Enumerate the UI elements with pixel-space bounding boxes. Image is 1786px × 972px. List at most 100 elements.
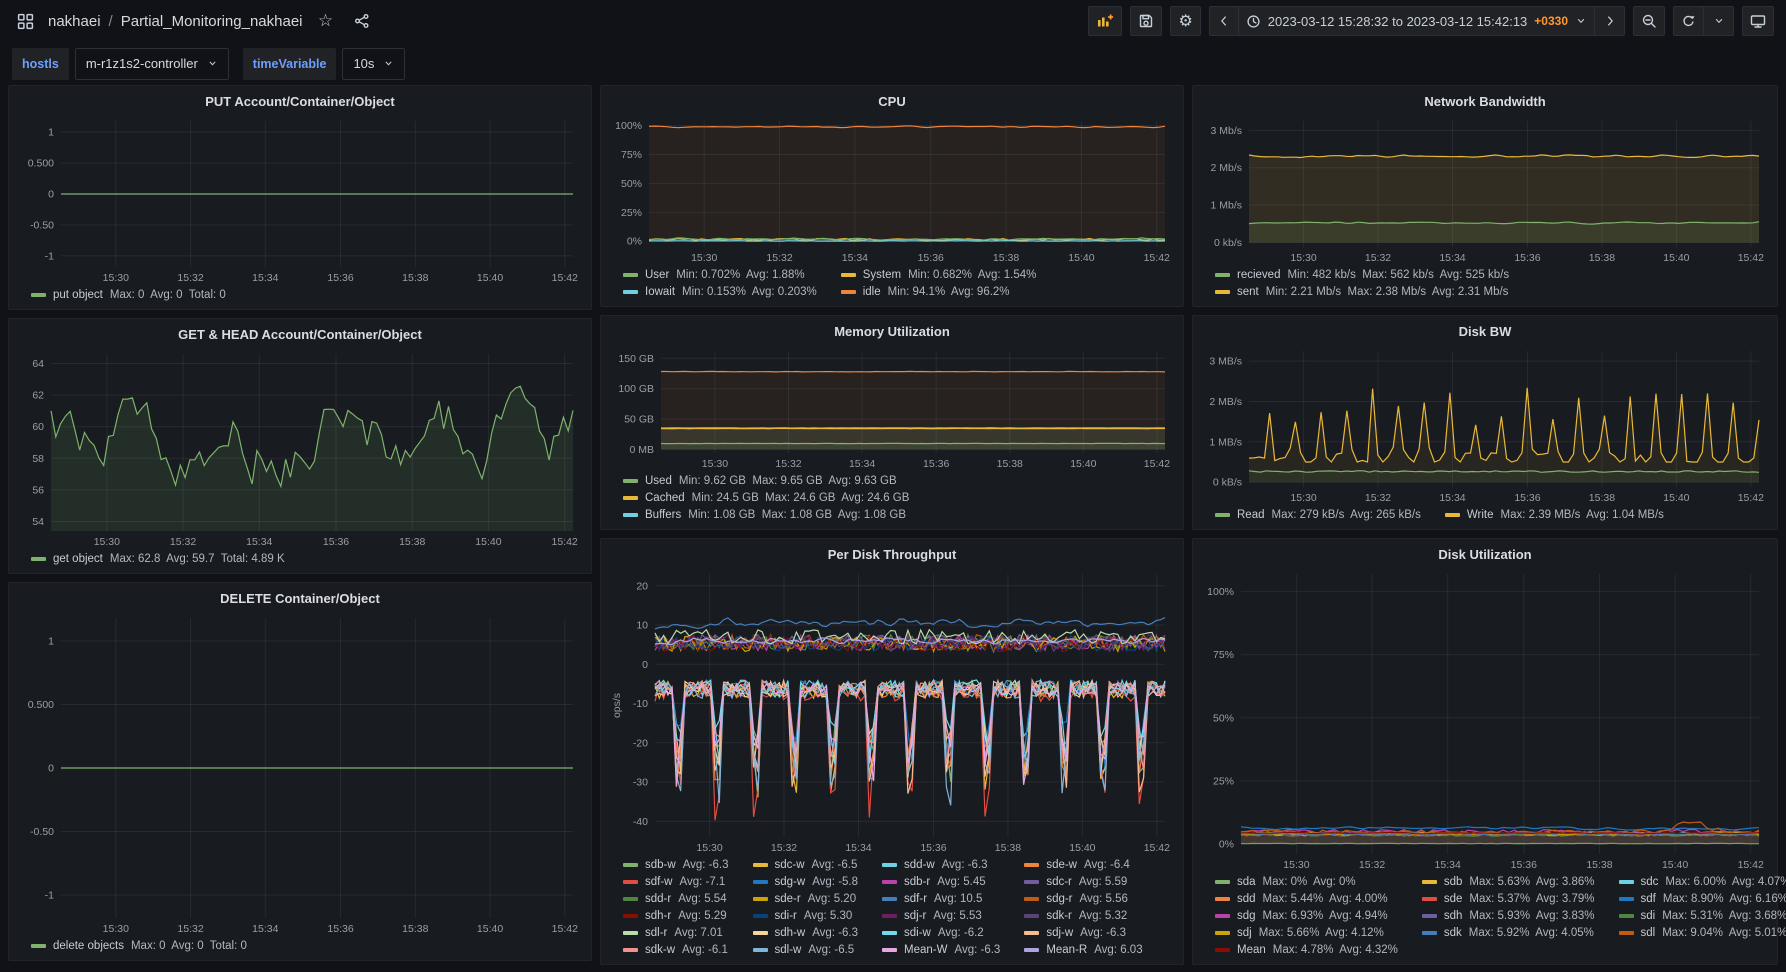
star-icon[interactable]: ☆ xyxy=(313,8,339,34)
svg-text:15:42: 15:42 xyxy=(1738,492,1764,504)
legend-item-Mean[interactable]: Mean Max: 4.78% Avg: 4.32% xyxy=(1215,942,1398,958)
breadcrumb: nakhaei / Partial_Monitoring_nakhaei xyxy=(48,13,303,30)
panel-title-delete[interactable]: DELETE Container/Object xyxy=(17,588,583,610)
add-panel-button[interactable] xyxy=(1088,6,1123,36)
legend-item-Used[interactable]: Used Min: 9.62 GB Max: 9.65 GB Avg: 9.63 … xyxy=(623,473,909,489)
legend-item-sdi-w[interactable]: sdi-w Avg: -6.2 xyxy=(882,925,1000,941)
legend-item-sdg-r[interactable]: sdg-r Avg: 5.56 xyxy=(1024,891,1142,907)
legend-series-marker xyxy=(1618,914,1634,918)
breadcrumb-dashboard[interactable]: Partial_Monitoring_nakhaei xyxy=(121,13,303,30)
chart-canvas-diskutil[interactable]: 100% 75% 50% 25% 0% 15:30 15:32 15:34 15:36 15:38… xyxy=(1201,566,1769,872)
legend-item-Write[interactable]: Write Max: 2.39 MB/s Avg: 1.04 MB/s xyxy=(1444,507,1664,523)
legend-item-sdf[interactable]: sdf Max: 8.90% Avg: 6.16% xyxy=(1618,891,1786,907)
legend-item-sdl-r[interactable]: sdl-r Avg: 7.01 xyxy=(623,925,729,941)
legend-item-System[interactable]: System Min: 0.682% Avg: 1.54% xyxy=(840,267,1036,283)
legend-item-sde-r[interactable]: sde-r Avg: 5.20 xyxy=(752,891,859,907)
legend-item-sdb-w[interactable]: sdb-w Avg: -6.3 xyxy=(623,857,729,873)
legend-item-sdl-w[interactable]: sdl-w Avg: -6.5 xyxy=(752,942,859,958)
chart-canvas-diskbw[interactable]: 3 MB/s 2 MB/s 1 MB/s 0 kB/s 15:30 15:32 15:34 1… xyxy=(1201,343,1769,505)
legend-item-get object[interactable]: get object Max: 62.8 Avg: 59.7 Total: 4.8… xyxy=(31,551,285,567)
legend-item-sent[interactable]: sent Min: 2.21 Mb/s Max: 2.38 Mb/s Avg: 2… xyxy=(1215,284,1509,300)
legend-item-sdh-r[interactable]: sdh-r Avg: 5.29 xyxy=(623,908,729,924)
time-range-back-button[interactable] xyxy=(1208,6,1239,36)
legend-item-sdj-w[interactable]: sdj-w Avg: -6.3 xyxy=(1024,925,1142,941)
variable-timevariable-value[interactable]: 10s xyxy=(342,47,406,80)
legend-item-sdg[interactable]: sdg Max: 6.93% Avg: 4.94% xyxy=(1215,908,1398,924)
zoom-out-time-button[interactable] xyxy=(1633,6,1665,36)
legend-item-sdh-w[interactable]: sdh-w Avg: -6.3 xyxy=(752,925,858,941)
panel-title-diskbw[interactable]: Disk BW xyxy=(1201,321,1769,343)
share-icon[interactable] xyxy=(349,8,375,34)
legend-item-sdf-w[interactable]: sdf-w Avg: -7.1 xyxy=(623,874,729,890)
legend-item-sde[interactable]: sde Max: 5.37% Avg: 3.79% xyxy=(1421,891,1595,907)
panel-title-network[interactable]: Network Bandwidth xyxy=(1201,91,1769,113)
legend-series-marker xyxy=(752,931,768,935)
svg-text:15:42: 15:42 xyxy=(1144,252,1170,264)
dashboards-grid-icon[interactable] xyxy=(12,8,38,34)
legend-item-sdj-r[interactable]: sdj-r Avg: 5.53 xyxy=(882,908,1000,924)
chart-canvas-network[interactable]: 3 Mb/s 2 Mb/s 1 Mb/s 0 kb/s 15:30 15:32 15:34 1… xyxy=(1201,113,1769,265)
legend-item-sdc[interactable]: sdc Max: 6.00% Avg: 4.07% xyxy=(1618,874,1786,890)
legend-item-Cached[interactable]: Cached Min: 24.5 GB Max: 24.6 GB Avg: 24.… xyxy=(623,490,909,506)
panel-title-diskutil[interactable]: Disk Utilization xyxy=(1201,544,1769,566)
breadcrumb-folder[interactable]: nakhaei xyxy=(48,13,101,30)
legend-item-sdk-r[interactable]: sdk-r Avg: 5.32 xyxy=(1024,908,1142,924)
legend-series-name: sde xyxy=(1443,893,1463,905)
legend-item-sda[interactable]: sda Max: 0% Avg: 0% xyxy=(1215,874,1398,890)
legend-item-sdc-w[interactable]: sdc-w Avg: -6.5 xyxy=(752,857,859,873)
chart-canvas-perdisk[interactable]: 20 10 0 -10 -20 -30 -40 15:30 15:32 15:34 15:36 15:… xyxy=(609,566,1175,855)
legend-item-sdi[interactable]: sdi Max: 5.31% Avg: 3.68% xyxy=(1618,908,1786,924)
legend-item-sdb[interactable]: sdb Max: 5.63% Avg: 3.86% xyxy=(1421,874,1595,890)
legend-item-sdb-r[interactable]: sdb-r Avg: 5.45 xyxy=(882,874,1000,890)
legend-item-Mean-R[interactable]: Mean-R Avg: 6.03 xyxy=(1024,942,1143,958)
chart-canvas-cpu[interactable]: 100% 75% 50% 25% 0% 15:30 15:32 15:34 15:36 15:38… xyxy=(609,113,1175,265)
variable-hostls-value[interactable]: m-r1z1s2-controller xyxy=(74,47,229,80)
chart-canvas-put[interactable]: 1 0.500 0 -0.50 -1 15:30 15:32 15:34 15:36 15:38 1… xyxy=(17,113,583,285)
save-dashboard-button[interactable] xyxy=(1130,6,1163,36)
dashboard-settings-button[interactable]: ⚙ xyxy=(1170,6,1201,36)
legend-item-Buffers[interactable]: Buffers Min: 1.08 GB Max: 1.08 GB Avg: 1.… xyxy=(623,507,909,523)
variable-timevariable-label[interactable]: timeVariable xyxy=(242,47,337,80)
legend-item-sdi-r[interactable]: sdi-r Avg: 5.30 xyxy=(752,908,859,924)
legend-item-sdg-w[interactable]: sdg-w Avg: -5.8 xyxy=(752,874,858,890)
chart-canvas-delete[interactable]: 1 0.500 0 -0.50 -1 15:30 15:32 15:34 15:36 15:38 1… xyxy=(17,610,583,936)
legend-series-name: sde-w xyxy=(1046,859,1077,871)
legend-item-sdd-w[interactable]: sdd-w Avg: -6.3 xyxy=(882,857,1000,873)
time-range-forward-button[interactable] xyxy=(1595,6,1625,36)
legend-series-stats: Min: 0.702% Avg: 1.88% xyxy=(676,269,805,281)
legend-item-sdd-r[interactable]: sdd-r Avg: 5.54 xyxy=(623,891,729,907)
legend-item-User[interactable]: User Min: 0.702% Avg: 1.88% xyxy=(623,267,817,283)
kiosk-mode-button[interactable] xyxy=(1742,6,1774,36)
legend-item-sdh[interactable]: sdh Max: 5.93% Avg: 3.83% xyxy=(1421,908,1595,924)
legend-item-sdk[interactable]: sdk Max: 5.92% Avg: 4.05% xyxy=(1421,925,1595,941)
svg-text:15:32: 15:32 xyxy=(1365,252,1391,264)
variable-hostls-label[interactable]: hostls xyxy=(12,47,69,80)
panel-title-put[interactable]: PUT Account/Container/Object xyxy=(17,91,583,113)
chart-canvas-memory[interactable]: 150 GB 100 GB 50 GB 0 MB 15:30 15:32 15:34 15:3… xyxy=(609,343,1175,471)
legend-item-idle[interactable]: idle Min: 94.1% Avg: 96.2% xyxy=(840,284,1037,300)
legend-item-recieved[interactable]: recieved Min: 482 kb/s Max: 562 kb/s Avg:… xyxy=(1215,267,1509,283)
legend-item-Mean-W[interactable]: Mean-W Avg: -6.3 xyxy=(882,942,1000,958)
panel-title-perdisk[interactable]: Per Disk Throughput xyxy=(609,544,1175,566)
legend-item-sdf-r[interactable]: sdf-r Avg: 10.5 xyxy=(882,891,1000,907)
legend-item-sdj[interactable]: sdj Max: 5.66% Avg: 4.12% xyxy=(1215,925,1398,941)
legend-series-stats: Min: 482 kb/s Max: 562 kb/s Avg: 525 kb/… xyxy=(1287,269,1510,281)
legend-item-Read[interactable]: Read Max: 279 kB/s Avg: 265 kB/s xyxy=(1215,507,1421,523)
legend-item-Iowait[interactable]: Iowait Min: 0.153% Avg: 0.203% xyxy=(623,284,817,300)
panel-title-get[interactable]: GET & HEAD Account/Container/Object xyxy=(17,324,583,346)
refresh-button[interactable] xyxy=(1673,6,1704,36)
time-range-picker[interactable]: 2023-03-12 15:28:32 to 2023-03-12 15:42:… xyxy=(1238,6,1595,36)
legend-item-delete objects[interactable]: delete objects Max: 0 Avg: 0 Total: 0 xyxy=(31,938,247,954)
refresh-interval-button[interactable] xyxy=(1704,6,1734,36)
legend-item-sde-w[interactable]: sde-w Avg: -6.4 xyxy=(1024,857,1142,873)
legend-item-put object[interactable]: put object Max: 0 Avg: 0 Total: 0 xyxy=(31,287,226,303)
legend-series-stats: Avg: -6.5 xyxy=(808,944,855,956)
svg-text:15:38: 15:38 xyxy=(997,458,1023,470)
panel-title-cpu[interactable]: CPU xyxy=(609,91,1175,113)
chart-canvas-get[interactable]: 64 62 60 58 56 54 15:30 15:32 15:34 15:36 15:38 15:… xyxy=(17,346,583,549)
legend-item-sdk-w[interactable]: sdk-w Avg: -6.1 xyxy=(623,942,729,958)
legend-item-sdl[interactable]: sdl Max: 9.04% Avg: 5.01% xyxy=(1618,925,1786,941)
panel-title-memory[interactable]: Memory Utilization xyxy=(609,321,1175,343)
legend-item-sdc-r[interactable]: sdc-r Avg: 5.59 xyxy=(1024,874,1142,890)
legend-item-sdd[interactable]: sdd Max: 5.44% Avg: 4.00% xyxy=(1215,891,1398,907)
